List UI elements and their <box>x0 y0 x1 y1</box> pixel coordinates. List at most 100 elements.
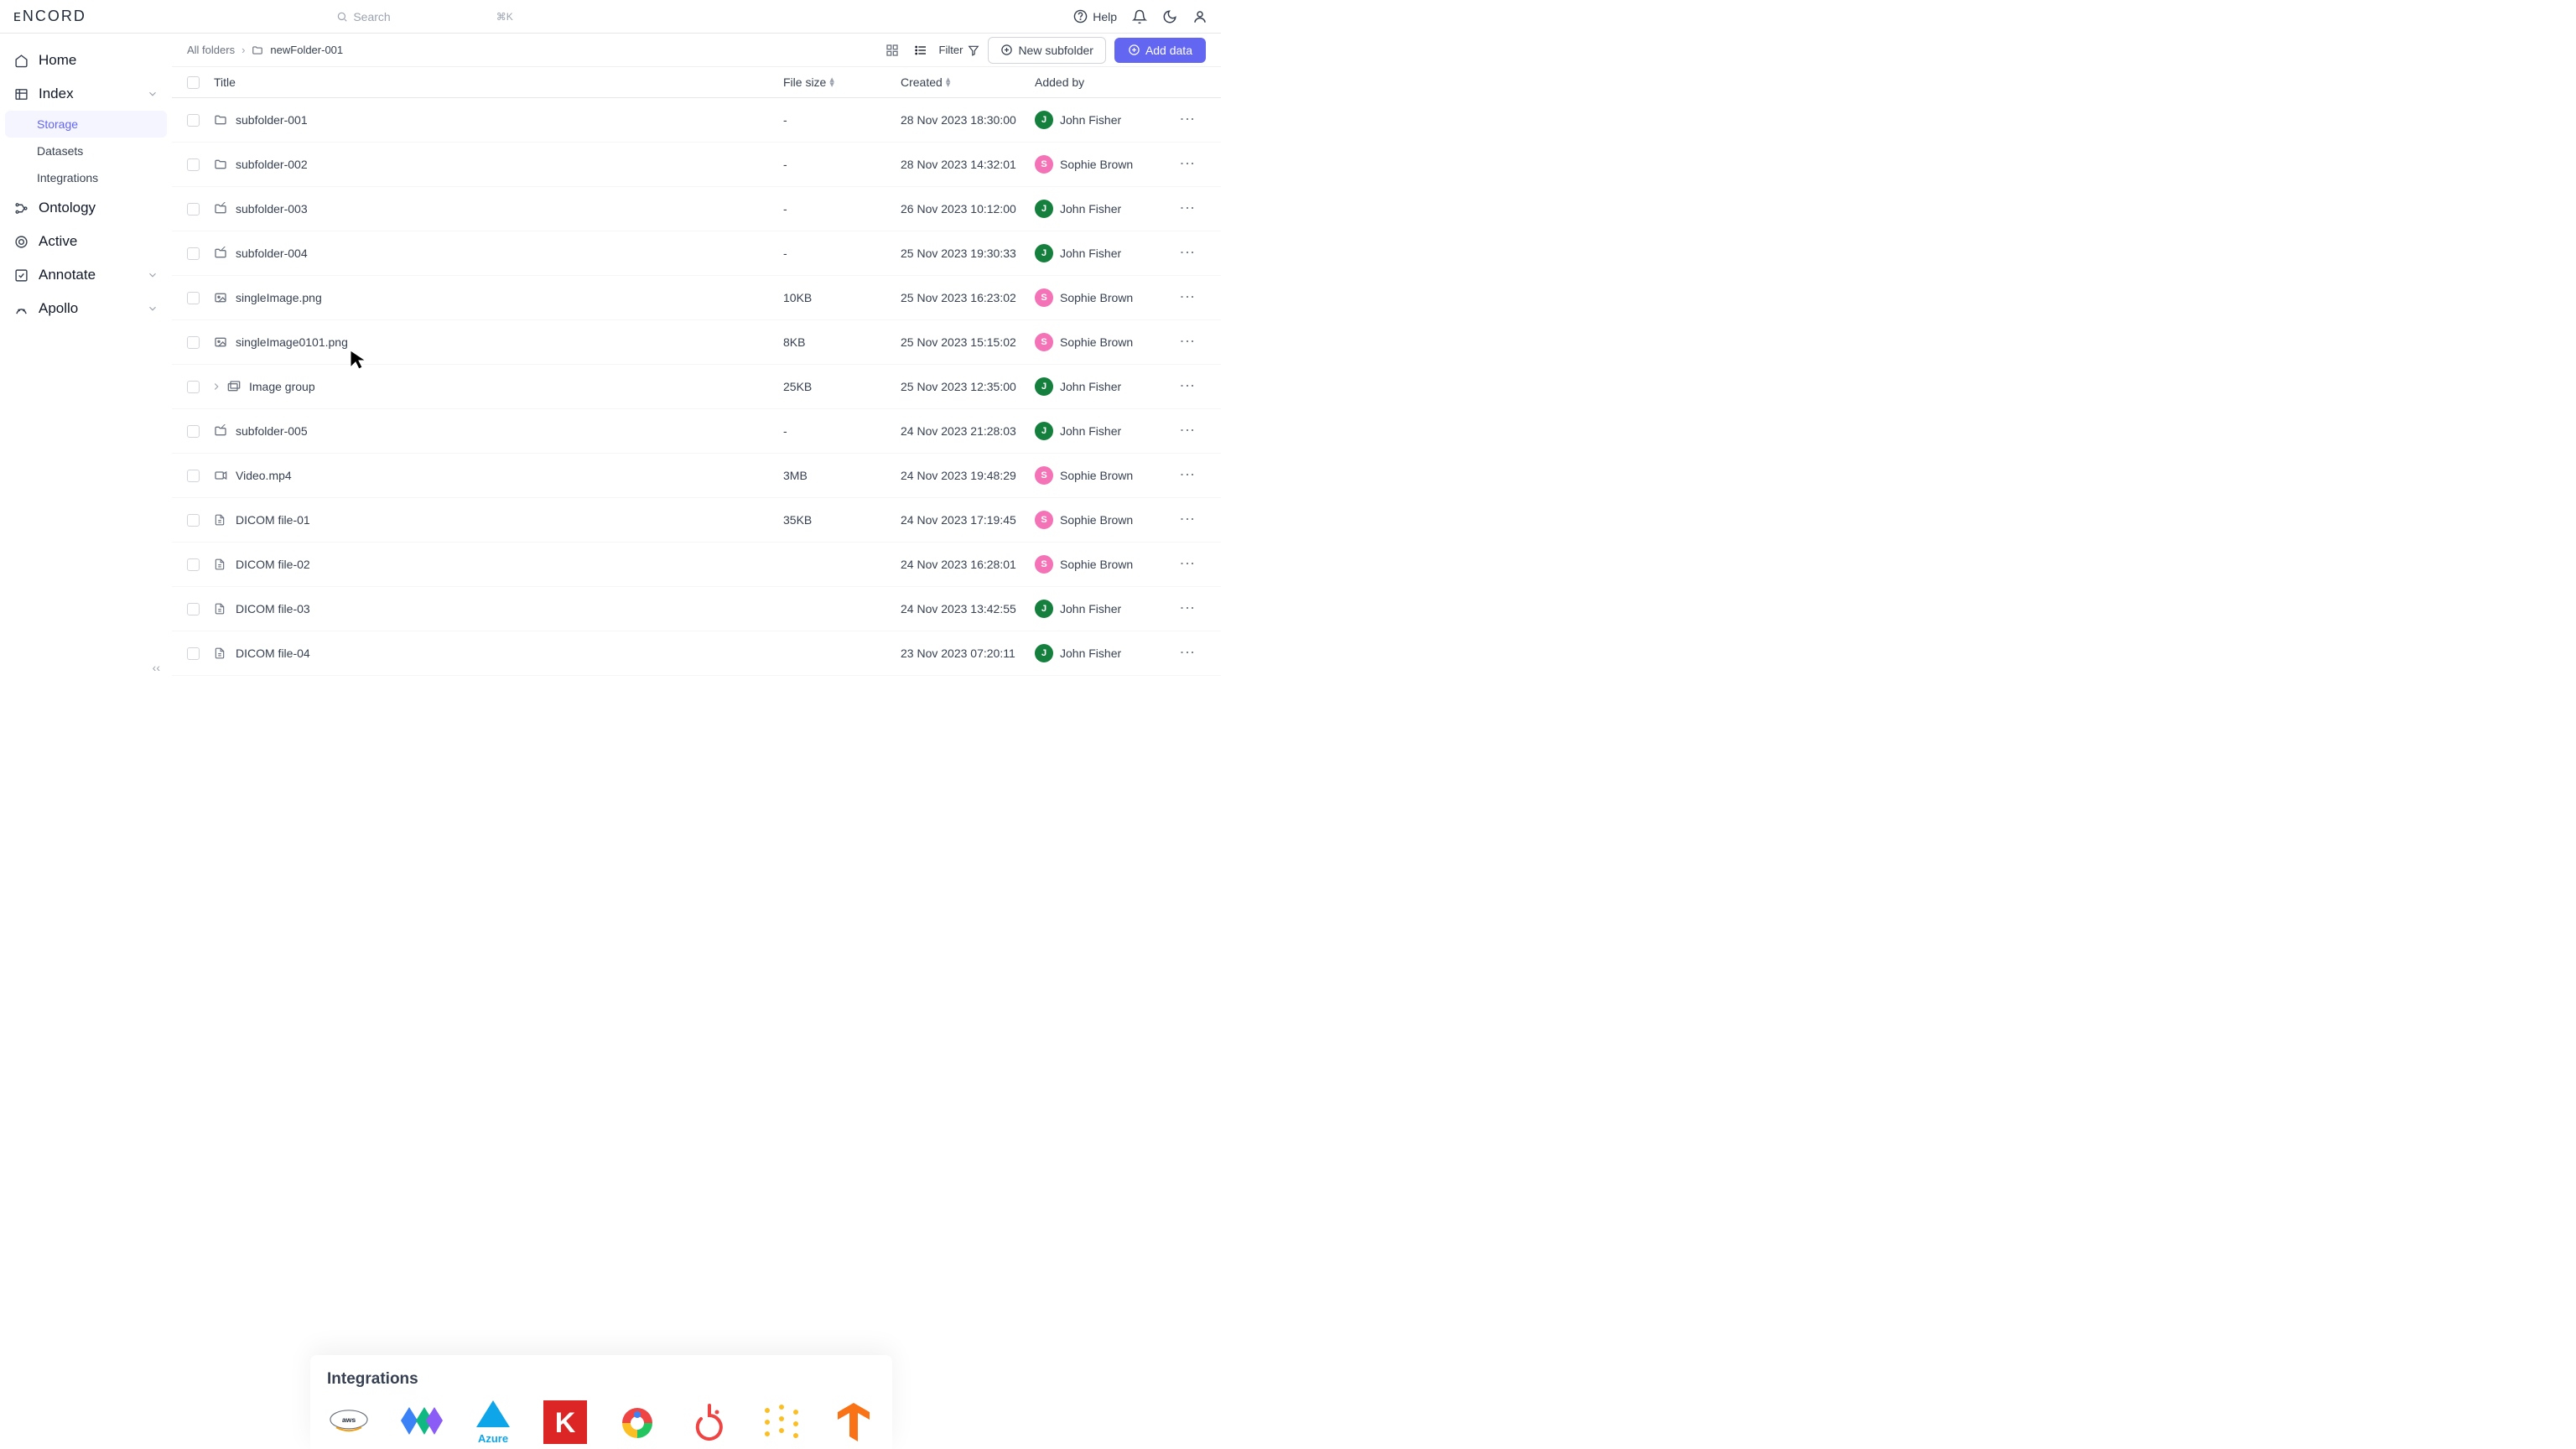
table-row[interactable]: DICOM file-0135KB24 Nov 2023 17:19:45SSo… <box>172 498 1221 543</box>
home-icon <box>13 54 29 68</box>
avatar: S <box>1035 466 1053 485</box>
table-row[interactable]: subfolder-002-28 Nov 2023 14:32:01SSophi… <box>172 143 1221 187</box>
table-header: Title File size▴▾ Created▴▾ Added by <box>172 67 1221 98</box>
more-icon[interactable]: ⋮ <box>1186 645 1189 660</box>
row-checkbox[interactable] <box>187 381 200 393</box>
nav-storage[interactable]: Storage <box>5 111 167 138</box>
row-created: 28 Nov 2023 14:32:01 <box>901 158 1035 171</box>
row-checkbox[interactable] <box>187 158 200 171</box>
image-icon <box>214 291 227 304</box>
row-title: singleImage.png <box>236 291 322 304</box>
more-icon[interactable]: ⋮ <box>1186 289 1189 304</box>
chevron-down-icon <box>147 303 158 314</box>
new-subfolder-button[interactable]: New subfolder <box>988 37 1106 64</box>
aws-logo[interactable]: aws <box>327 1400 371 1444</box>
add-data-label: Add data <box>1145 44 1192 57</box>
row-checkbox[interactable] <box>187 203 200 216</box>
nav-label: Annotate <box>39 267 96 283</box>
row-checkbox[interactable] <box>187 292 200 304</box>
image-group-icon <box>227 380 241 393</box>
row-added-by: SSophie Brown <box>1035 466 1186 485</box>
table-row[interactable]: DICOM file-0324 Nov 2023 13:42:55JJohn F… <box>172 587 1221 631</box>
col-added[interactable]: Added by <box>1035 75 1186 89</box>
pytorch-logo[interactable] <box>688 1400 731 1444</box>
avatar: J <box>1035 422 1053 440</box>
folder-link-icon <box>214 424 227 438</box>
tensorflow-logo[interactable] <box>832 1400 875 1444</box>
table-row[interactable]: DICOM file-0224 Nov 2023 16:28:01SSophie… <box>172 543 1221 587</box>
more-icon[interactable]: ⋮ <box>1186 112 1189 127</box>
folder-icon <box>214 113 227 127</box>
nav-integrations[interactable]: Integrations <box>5 164 167 191</box>
row-checkbox[interactable] <box>187 470 200 482</box>
nav-ontology[interactable]: Ontology <box>5 191 167 225</box>
list-view-button[interactable] <box>911 40 931 60</box>
help-label: Help <box>1093 10 1117 23</box>
help-icon <box>1073 9 1088 23</box>
more-icon[interactable]: ⋮ <box>1186 200 1189 216</box>
table-row[interactable]: singleImage0101.png8KB25 Nov 2023 15:15:… <box>172 320 1221 365</box>
row-title: Video.mp4 <box>236 469 292 482</box>
more-icon[interactable]: ⋮ <box>1186 600 1189 615</box>
table-row[interactable]: subfolder-004-25 Nov 2023 19:30:33JJohn … <box>172 231 1221 276</box>
video-icon <box>214 469 227 482</box>
row-checkbox[interactable] <box>187 425 200 438</box>
bell-icon[interactable] <box>1132 9 1147 24</box>
row-added-by: JJohn Fisher <box>1035 422 1186 440</box>
table-row[interactable]: singleImage.png10KB25 Nov 2023 16:23:02S… <box>172 276 1221 320</box>
more-icon[interactable]: ⋮ <box>1186 467 1189 482</box>
table-row[interactable]: Video.mp43MB24 Nov 2023 19:48:29SSophie … <box>172 454 1221 498</box>
table-row[interactable]: subfolder-005-24 Nov 2023 21:28:03JJohn … <box>172 409 1221 454</box>
folder-icon <box>214 158 227 171</box>
nav-index[interactable]: Index <box>5 77 167 111</box>
col-created[interactable]: Created▴▾ <box>901 75 1035 89</box>
nav-home[interactable]: Home <box>5 44 167 77</box>
help-button[interactable]: Help <box>1073 9 1117 23</box>
svg-text:K: K <box>555 1407 576 1439</box>
add-data-button[interactable]: Add data <box>1114 38 1206 63</box>
collapse-sidebar-button[interactable]: ‹‹ <box>153 661 160 674</box>
table-row[interactable]: subfolder-003-26 Nov 2023 10:12:00JJohn … <box>172 187 1221 231</box>
more-icon[interactable]: ⋮ <box>1186 423 1189 438</box>
more-icon[interactable]: ⋮ <box>1186 245 1189 260</box>
more-icon[interactable]: ⋮ <box>1186 556 1189 571</box>
user-icon[interactable] <box>1192 9 1208 24</box>
breadcrumb-root[interactable]: All folders <box>187 44 235 56</box>
row-created: 28 Nov 2023 18:30:00 <box>901 113 1035 127</box>
row-checkbox[interactable] <box>187 647 200 660</box>
chevron-right-icon: › <box>242 44 245 56</box>
more-icon[interactable]: ⋮ <box>1186 512 1189 527</box>
avatar: S <box>1035 333 1053 351</box>
filter-button[interactable]: Filter <box>939 44 980 56</box>
avatar: J <box>1035 111 1053 129</box>
jax-logo[interactable] <box>399 1400 443 1444</box>
row-checkbox[interactable] <box>187 114 200 127</box>
table-row[interactable]: DICOM file-0423 Nov 2023 07:20:11JJohn F… <box>172 631 1221 676</box>
table-row[interactable]: Image group25KB25 Nov 2023 12:35:00JJohn… <box>172 365 1221 409</box>
azure-logo[interactable]: Azure <box>471 1400 515 1444</box>
row-checkbox[interactable] <box>187 336 200 349</box>
row-checkbox[interactable] <box>187 247 200 260</box>
more-icon[interactable]: ⋮ <box>1186 378 1189 393</box>
nav-datasets[interactable]: Datasets <box>5 138 167 164</box>
nav-annotate[interactable]: Annotate <box>5 258 167 292</box>
select-all-checkbox[interactable] <box>187 76 200 89</box>
more-icon[interactable]: ⋮ <box>1186 334 1189 349</box>
gcp-logo[interactable] <box>615 1400 659 1444</box>
row-checkbox[interactable] <box>187 603 200 615</box>
keras-logo[interactable]: K <box>543 1400 587 1444</box>
nav-apollo[interactable]: Apollo <box>5 292 167 325</box>
moon-icon[interactable] <box>1162 9 1177 24</box>
more-icon[interactable]: ⋮ <box>1186 156 1189 171</box>
nav-active[interactable]: Active <box>5 225 167 258</box>
col-size[interactable]: File size▴▾ <box>783 75 901 89</box>
col-title[interactable]: Title <box>214 75 783 89</box>
search-box[interactable]: Search ⌘K <box>336 10 512 23</box>
row-checkbox[interactable] <box>187 558 200 571</box>
expand-icon[interactable] <box>210 381 222 392</box>
grid-view-button[interactable] <box>882 40 902 60</box>
row-checkbox[interactable] <box>187 514 200 527</box>
table-row[interactable]: subfolder-001-28 Nov 2023 18:30:00JJohn … <box>172 98 1221 143</box>
row-added-by: JJohn Fisher <box>1035 600 1186 618</box>
wandb-logo[interactable] <box>760 1400 803 1444</box>
